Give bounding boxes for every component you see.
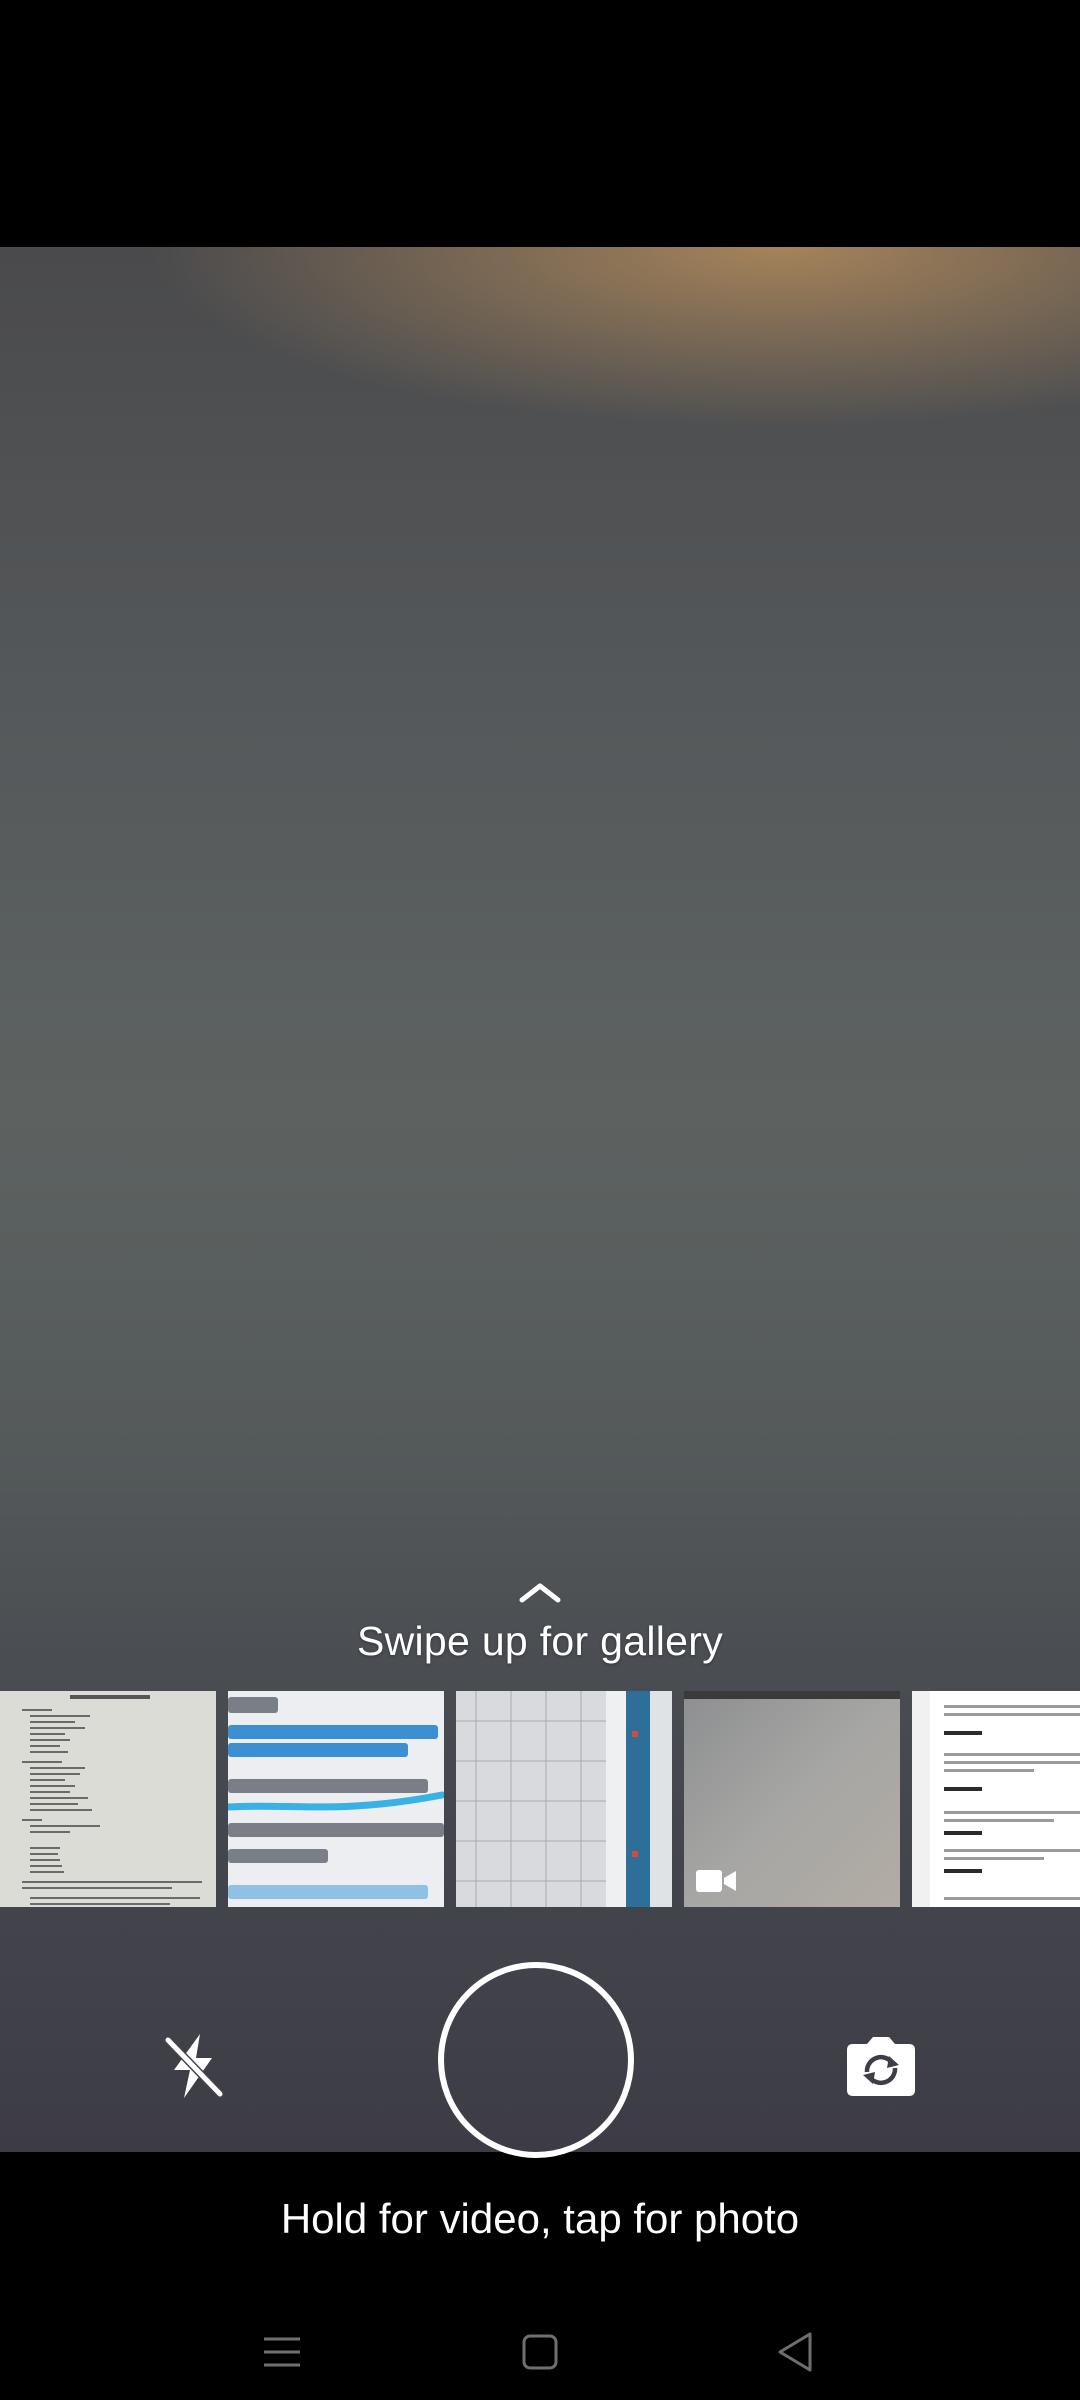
- home-button[interactable]: [500, 2312, 580, 2392]
- shutter-button[interactable]: [438, 1962, 634, 2158]
- back-icon: [778, 2332, 812, 2372]
- camera-controls: [0, 1960, 1080, 2170]
- system-navigation-bar: [0, 2290, 1080, 2400]
- document-photo-image: [0, 1691, 216, 1907]
- swipe-up-label: Swipe up for gallery: [356, 1618, 724, 1664]
- gallery-thumbnail[interactable]: [456, 1691, 672, 1907]
- gallery-hint[interactable]: Swipe up for gallery: [0, 1580, 1080, 1665]
- camera-screen: Swipe up for gallery Hold for video, tap…: [0, 0, 1080, 2400]
- recent-apps-button[interactable]: [242, 2312, 322, 2392]
- home-icon: [522, 2334, 558, 2370]
- flash-toggle-button[interactable]: [158, 2030, 230, 2102]
- gallery-thumbnail[interactable]: [0, 1691, 216, 1907]
- video-camera-icon: [696, 1870, 736, 1892]
- camera-switch-button[interactable]: [841, 2026, 921, 2106]
- back-button[interactable]: [756, 2312, 836, 2392]
- screen-url-photo-image: [228, 1691, 444, 1907]
- spreadsheet-photo-image: [456, 1691, 672, 1907]
- gallery-thumbnail-strip[interactable]: [0, 1691, 1080, 1907]
- app-screenshot-image: [912, 1691, 1080, 1907]
- capture-instruction: Hold for video, tap for photo: [280, 2195, 800, 2242]
- gallery-thumbnail[interactable]: [228, 1691, 444, 1907]
- menu-icon: [264, 2337, 300, 2367]
- chevron-up-icon: [519, 1583, 561, 1603]
- camera-switch-icon: [847, 2037, 915, 2096]
- gallery-thumbnail[interactable]: [912, 1691, 1080, 1907]
- gallery-thumbnail-video[interactable]: [684, 1691, 900, 1907]
- flash-off-icon: [164, 2034, 224, 2098]
